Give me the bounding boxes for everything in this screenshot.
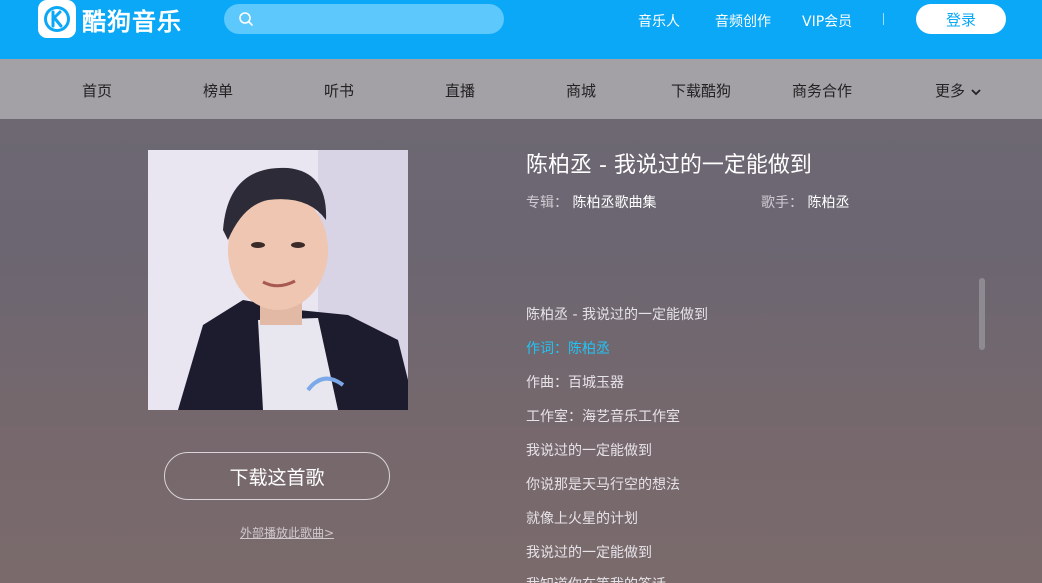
top-bar: 酷狗音乐 音乐人 音频创作 VIP会员 登录 bbox=[0, 0, 1042, 59]
lyrics-scrollbar[interactable] bbox=[979, 278, 985, 350]
nav-home[interactable]: 首页 bbox=[82, 80, 112, 101]
nav-business[interactable]: 商务合作 bbox=[792, 80, 852, 101]
singer-info: 歌手： 陈柏丞 bbox=[761, 192, 849, 212]
lyric-line: 我说过的一定能做到 bbox=[526, 443, 652, 459]
nav-audiobooks[interactable]: 听书 bbox=[324, 80, 354, 101]
singer-link[interactable]: 陈柏丞 bbox=[807, 195, 849, 211]
singer-label: 歌手： bbox=[761, 195, 803, 211]
top-link-musician[interactable]: 音乐人 bbox=[638, 11, 680, 31]
main-nav: 首页 榜单 听书 直播 商城 下载酷狗 商务合作 更多 bbox=[0, 59, 1042, 119]
lyric-line: 我说过的一定能做到 bbox=[526, 545, 652, 561]
nav-charts[interactable]: 榜单 bbox=[203, 80, 233, 101]
nav-download-kugou[interactable]: 下载酷狗 bbox=[671, 80, 731, 101]
lyric-line: 我知道你在等我的答话 bbox=[526, 574, 666, 583]
download-song-button[interactable]: 下载这首歌 bbox=[164, 452, 390, 500]
album-label: 专辑： bbox=[526, 195, 568, 211]
nav-more-label: 更多 bbox=[935, 82, 966, 100]
search-input[interactable] bbox=[260, 4, 494, 36]
login-button[interactable]: 登录 bbox=[916, 4, 1006, 34]
nav-live[interactable]: 直播 bbox=[445, 80, 475, 101]
lyric-line: 就像上火星的计划 bbox=[526, 511, 638, 527]
divider bbox=[883, 13, 884, 25]
lyric-line: 工作室：海艺音乐工作室 bbox=[526, 409, 680, 425]
logo[interactable]: 酷狗音乐 bbox=[38, 0, 182, 38]
album-info: 专辑： 陈柏丞歌曲集 bbox=[526, 192, 656, 212]
nav-store[interactable]: 商城 bbox=[566, 80, 596, 101]
song-title: 陈柏丞 - 我说过的一定能做到 bbox=[526, 153, 812, 178]
chevron-down-icon bbox=[971, 88, 981, 95]
lyric-line: 作曲：百城玉器 bbox=[526, 375, 624, 391]
lyric-line: 陈柏丞 - 我说过的一定能做到 bbox=[526, 307, 708, 323]
top-link-vip[interactable]: VIP会员 bbox=[802, 11, 852, 31]
lyric-line: 你说那是天马行空的想法 bbox=[526, 477, 680, 493]
external-play-link[interactable]: 外部播放此歌曲> bbox=[240, 524, 334, 541]
album-link[interactable]: 陈柏丞歌曲集 bbox=[572, 195, 656, 211]
nav-more[interactable]: 更多 bbox=[935, 80, 982, 101]
lyric-line-current: 作词：陈柏丞 bbox=[526, 341, 610, 357]
search-icon bbox=[239, 12, 253, 26]
album-cover bbox=[148, 150, 408, 410]
logo-text: 酷狗音乐 bbox=[82, 7, 182, 36]
top-link-audio-creation[interactable]: 音频创作 bbox=[715, 11, 771, 31]
search-box[interactable] bbox=[224, 4, 504, 36]
kugou-k-icon bbox=[38, 0, 76, 38]
